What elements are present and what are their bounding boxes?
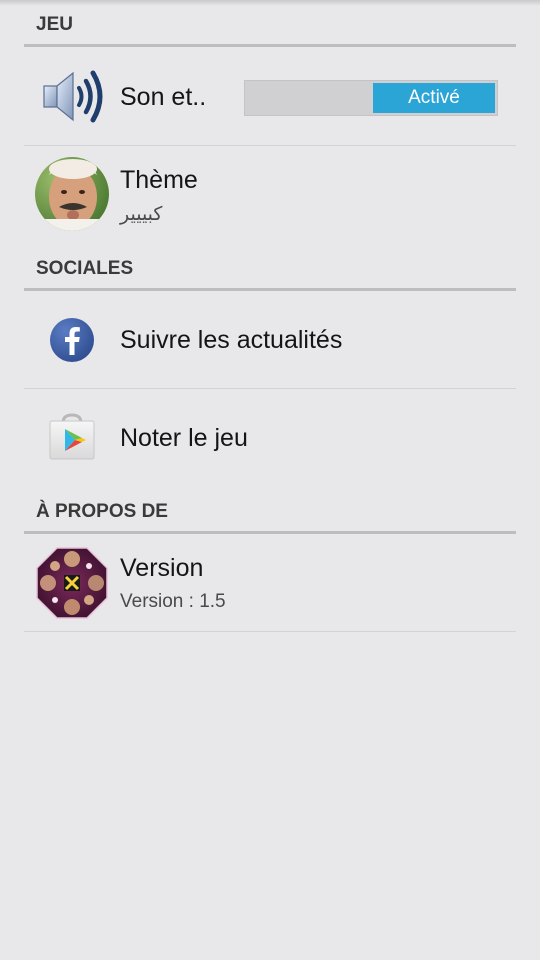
- sound-setting-title: Son et..: [120, 83, 207, 111]
- facebook-icon: [35, 303, 109, 377]
- rate-game-row[interactable]: Noter le jeu: [24, 389, 516, 488]
- app-logo-icon: [35, 546, 109, 620]
- section-header-social: SOCIALES: [24, 246, 516, 291]
- version-title: Version: [120, 554, 204, 582]
- theme-setting-row[interactable]: Thème كبييير: [24, 146, 516, 246]
- sound-toggle[interactable]: Activé: [244, 80, 498, 116]
- section-header-game-label: JEU: [36, 14, 73, 35]
- speaker-icon: [35, 59, 109, 133]
- settings-screen: JEU Son et.. Activé Thème كبييير SOCIALE…: [0, 0, 540, 960]
- version-number: Version : 1.5: [120, 591, 226, 612]
- play-store-icon: [35, 401, 109, 475]
- sound-setting-row[interactable]: Son et.. Activé: [24, 47, 516, 146]
- theme-avatar: [35, 157, 109, 231]
- follow-news-row[interactable]: Suivre les actualités: [24, 291, 516, 389]
- section-header-about-label: À PROPOS DE: [36, 501, 168, 522]
- section-header-game: JEU: [24, 0, 516, 47]
- theme-setting-value: كبييير: [120, 203, 163, 225]
- sound-toggle-knob: Activé: [373, 83, 495, 113]
- section-header-about: À PROPOS DE: [24, 488, 516, 534]
- follow-news-title: Suivre les actualités: [120, 326, 343, 354]
- theme-setting-title: Thème: [120, 166, 198, 194]
- section-header-social-label: SOCIALES: [36, 258, 134, 279]
- rate-game-title: Noter le jeu: [120, 424, 248, 452]
- version-row: Version Version : 1.5: [24, 534, 516, 632]
